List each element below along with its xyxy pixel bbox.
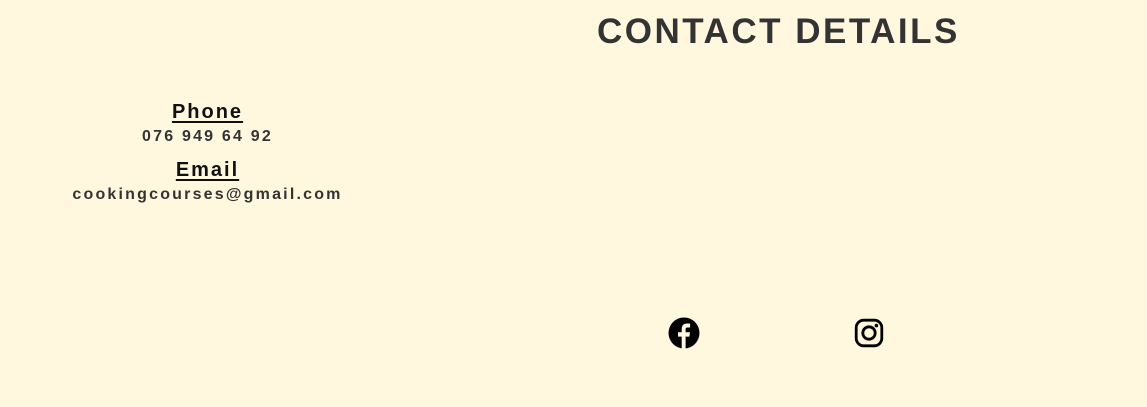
contact-info: Phone 076 949 64 92 Email cookingcourses… xyxy=(0,100,415,205)
phone-number[interactable]: 076 949 64 92 xyxy=(0,127,415,147)
phone-group: Phone 076 949 64 92 xyxy=(0,100,415,147)
facebook-link[interactable] xyxy=(668,317,700,349)
email-label: Email xyxy=(175,159,240,181)
email-group: Email cookingcourses@gmail.com xyxy=(0,158,415,205)
instagram-icon xyxy=(854,318,884,348)
phone-label: Phone xyxy=(171,101,244,123)
instagram-link[interactable] xyxy=(853,317,885,349)
page-title: CONTACT DETAILS xyxy=(597,12,960,51)
facebook-icon xyxy=(668,317,700,349)
email-address[interactable]: cookingcourses@gmail.com xyxy=(0,185,415,205)
